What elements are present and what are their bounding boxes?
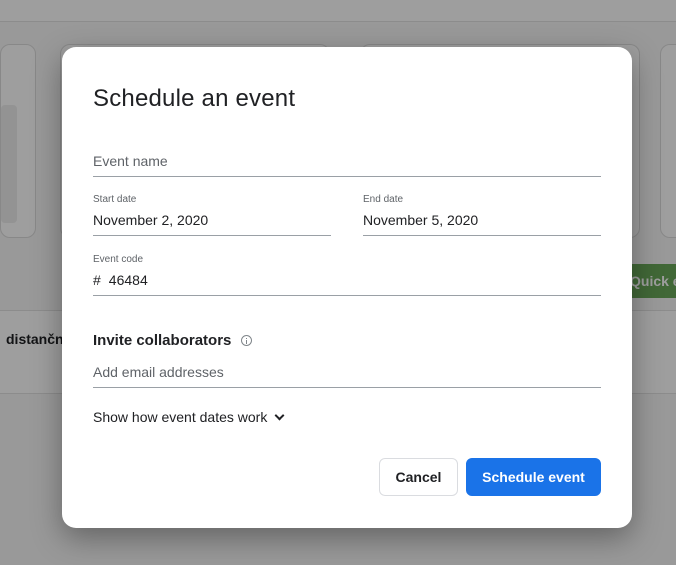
schedule-event-dialog: Schedule an event Event name Start date … [62,47,632,528]
dialog-title: Schedule an event [93,85,296,112]
invite-collaborators-heading: Invite collaborators [93,332,253,349]
cancel-button[interactable]: Cancel [379,458,458,496]
end-date-field[interactable]: End date November 5, 2020 [363,194,601,236]
event-code-value-row: #46484 [93,272,148,288]
schedule-event-button[interactable]: Schedule event [466,458,601,496]
start-date-label: Start date [93,194,137,205]
event-name-field[interactable]: Event name [93,151,601,177]
event-code-value: 46484 [108,272,148,288]
start-date-value: November 2, 2020 [93,212,209,228]
event-name-placeholder: Event name [93,153,168,169]
event-code-prefix: # [93,272,101,288]
event-code-field[interactable]: Event code #46484 [93,254,601,296]
info-icon[interactable] [241,335,253,346]
email-addresses-placeholder: Add email addresses [93,364,224,380]
end-date-value: November 5, 2020 [363,212,479,228]
show-event-dates-toggle[interactable]: Show how event dates work [93,409,285,425]
end-date-label: End date [363,194,404,205]
invite-collaborators-title: Invite collaborators [93,332,232,349]
start-date-field[interactable]: Start date November 2, 2020 [93,194,331,236]
show-event-dates-label: Show how event dates work [93,409,268,425]
chevron-down-icon [274,410,285,420]
event-code-label: Event code [93,254,144,265]
email-addresses-field[interactable]: Add email addresses [93,362,601,388]
